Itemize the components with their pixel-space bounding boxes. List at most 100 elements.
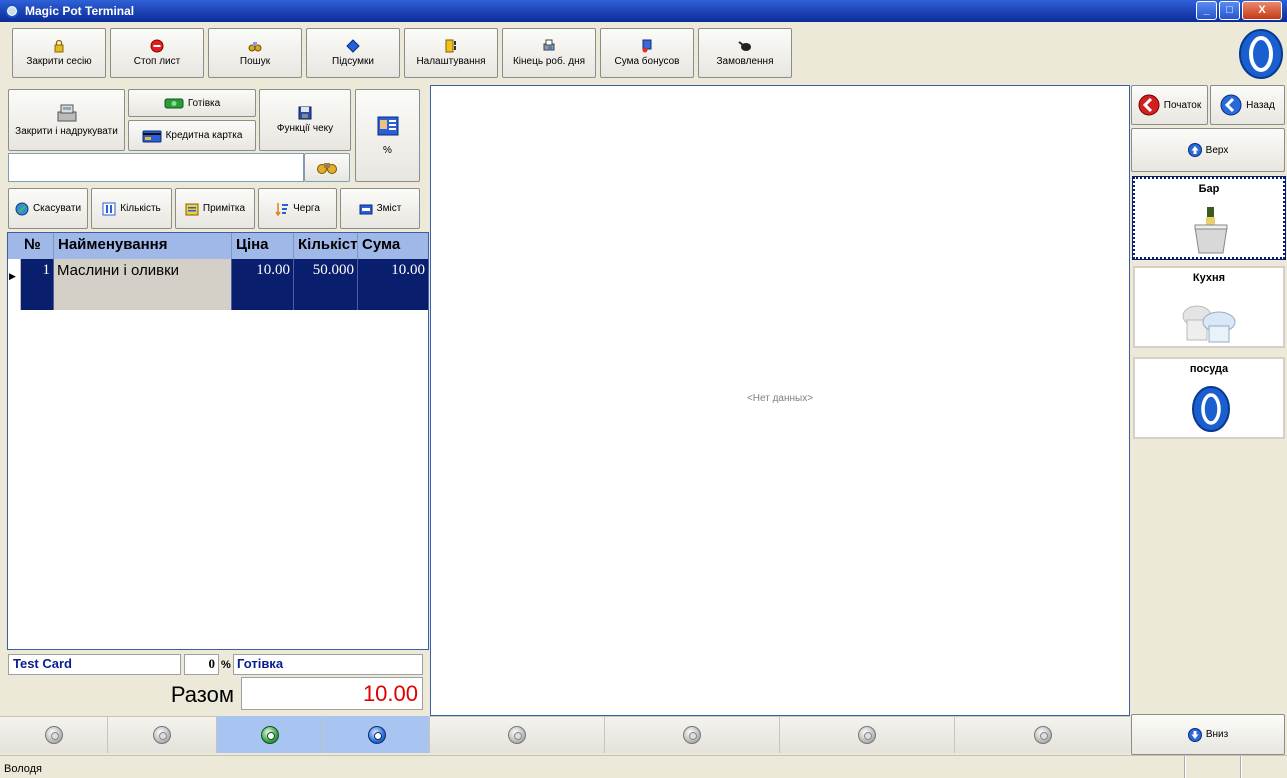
- content-button[interactable]: Зміст: [340, 188, 420, 229]
- stop-icon: [150, 39, 164, 53]
- note-icon: [185, 203, 199, 215]
- note-button[interactable]: Примітка: [175, 188, 255, 229]
- close-print-button[interactable]: Закрити і надрукувати: [8, 89, 125, 151]
- orders-button[interactable]: Замовлення: [698, 28, 792, 78]
- discount-button[interactable]: %: [355, 89, 420, 182]
- nav-prev-left[interactable]: [108, 716, 217, 753]
- row-sum: 10.00: [391, 262, 425, 278]
- nav-prev-icon: [683, 725, 701, 744]
- nav-last-icon: [367, 725, 386, 744]
- search-go-button[interactable]: [304, 153, 350, 182]
- close-button[interactable]: X: [1242, 1, 1282, 20]
- app-icon: [5, 4, 19, 18]
- start-label: Початок: [1163, 99, 1202, 111]
- logo-icon: [1239, 29, 1283, 79]
- check-functions-button[interactable]: Функції чеку: [259, 89, 351, 151]
- diamond-icon: [346, 39, 360, 53]
- window-title: Magic Pot Terminal: [25, 4, 135, 18]
- cancel-button[interactable]: Скасувати: [8, 188, 88, 229]
- col-name[interactable]: Найменування: [54, 233, 232, 259]
- totals-button[interactable]: Підсумки: [306, 28, 400, 78]
- col-number[interactable]: №: [8, 233, 54, 259]
- nav-prev-center[interactable]: [605, 716, 780, 753]
- quantity-button[interactable]: Кількість: [91, 188, 172, 229]
- bonus-sum-label: Сума бонусов: [614, 56, 680, 67]
- row-number: 1: [21, 259, 54, 310]
- stop-list-label: Стоп лист: [133, 56, 181, 67]
- chef-hat-icon: [1182, 305, 1236, 343]
- start-button[interactable]: Початок: [1131, 85, 1208, 125]
- category-bar-label: Бар: [1198, 183, 1220, 195]
- table-row[interactable]: ▶ 1 Маслини і оливки 10.00 50.000 10.00: [8, 259, 428, 310]
- content-label: Зміст: [376, 203, 402, 214]
- settings-icon: [445, 39, 456, 53]
- lock-icon: [54, 39, 64, 53]
- current-user: Володя: [4, 763, 43, 775]
- down-button[interactable]: Вниз: [1131, 714, 1285, 755]
- up-button[interactable]: Верх: [1131, 128, 1285, 172]
- row-name: Маслини і оливки: [54, 259, 232, 310]
- stop-list-button[interactable]: Стоп лист: [110, 28, 204, 78]
- nav-last-center[interactable]: [955, 716, 1130, 753]
- category-bar[interactable]: Бар: [1132, 176, 1286, 260]
- search-button[interactable]: Пошук: [208, 28, 302, 78]
- maximize-button[interactable]: □: [1219, 1, 1240, 20]
- row-indicator-icon: ▶: [8, 259, 21, 310]
- arrow-up-icon: [1187, 143, 1202, 157]
- back-button[interactable]: Назад: [1210, 85, 1285, 125]
- money-icon: [164, 98, 184, 109]
- nav-first-left[interactable]: [0, 716, 108, 753]
- col-quantity[interactable]: Кількість: [294, 233, 358, 259]
- nav-first-center[interactable]: [430, 716, 605, 753]
- queue-label: Черга: [293, 203, 320, 214]
- status-bar: Володя: [0, 755, 1287, 778]
- settings-button[interactable]: Налаштування: [404, 28, 498, 78]
- credit-card-label: Кредитна картка: [165, 130, 243, 141]
- ice-bucket-icon: [1194, 207, 1228, 254]
- credit-card-button[interactable]: Кредитна картка: [128, 120, 256, 151]
- bonus-icon: [642, 39, 652, 53]
- nav-next-center[interactable]: [780, 716, 955, 753]
- payment-type-field[interactable]: Готівка: [233, 654, 423, 675]
- id-card-icon: [377, 116, 398, 135]
- cancel-label: Скасувати: [32, 203, 82, 214]
- discount-percent-sign: %: [221, 659, 231, 671]
- back-label: Назад: [1246, 99, 1275, 111]
- binoculars-icon: [317, 162, 337, 174]
- nav-next-left[interactable]: [217, 716, 324, 753]
- close-session-label: Закрити сесію: [26, 56, 92, 67]
- discount-field[interactable]: 0: [184, 654, 219, 675]
- col-sum[interactable]: Сума: [358, 233, 428, 259]
- category-dishes[interactable]: посуда: [1133, 357, 1285, 439]
- order-grid: № Найменування Ціна Кількість Сума ▶ 1 М…: [7, 232, 429, 650]
- orders-label: Замовлення: [716, 56, 774, 67]
- totals-label: Підсумки: [332, 56, 374, 67]
- grid-header: № Найменування Ціна Кількість Сума: [8, 233, 428, 259]
- category-kitchen[interactable]: Кухня: [1133, 266, 1285, 348]
- total-label: Разом: [170, 682, 234, 707]
- cash-label: Готівка: [187, 97, 221, 109]
- check-functions-label: Функції чеку: [276, 123, 334, 134]
- end-of-day-button[interactable]: Кінець роб. дня: [502, 28, 596, 78]
- total-value: 10.00: [241, 677, 423, 710]
- search-label: Пошук: [239, 56, 271, 67]
- card-field[interactable]: Test Card: [8, 654, 181, 675]
- cancel-icon: [15, 202, 29, 215]
- close-session-button[interactable]: Закрити сесію: [12, 28, 106, 78]
- bonus-sum-button[interactable]: Сума бонусов: [600, 28, 694, 78]
- nav-last-left[interactable]: [324, 716, 430, 753]
- minimize-button[interactable]: _: [1196, 1, 1217, 20]
- queue-button[interactable]: Черга: [258, 188, 337, 229]
- empty-message: <Нет данных>: [746, 393, 814, 404]
- products-panel: <Нет данных>: [430, 85, 1130, 716]
- status-divider: [1240, 756, 1242, 778]
- note-label: Примітка: [202, 203, 246, 214]
- nav-first-icon: [508, 725, 526, 744]
- col-price[interactable]: Ціна: [232, 233, 294, 259]
- status-divider: [1184, 756, 1186, 778]
- nav-prev-icon: [153, 725, 171, 744]
- search-input[interactable]: [8, 153, 304, 182]
- cash-register-icon: [57, 104, 76, 122]
- cash-button[interactable]: Готівка: [128, 89, 256, 117]
- quantity-icon: [102, 202, 116, 215]
